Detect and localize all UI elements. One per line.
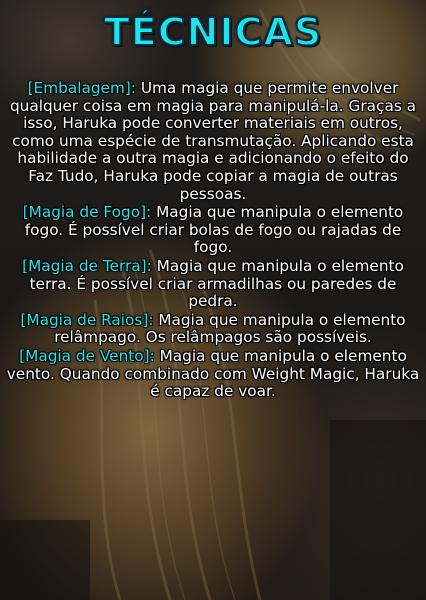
technique-entry: [Magia de Terra]: Magia que manipula o e… bbox=[6, 256, 420, 311]
technique-entry: [Magia de Vento]: Magia que manipula o e… bbox=[6, 346, 420, 401]
technique-entry: [Embalagem]: Uma magia que permite envol… bbox=[6, 79, 420, 203]
page-title: TÉCNICAS bbox=[103, 9, 323, 55]
page: TÉCNICAS [Embalagem]: Uma magia que perm… bbox=[0, 0, 426, 600]
technique-entry: [Magia de Raios]: Magia que manipula o e… bbox=[6, 310, 420, 347]
techniques-list: [Embalagem]: Uma magia que permite envol… bbox=[6, 79, 420, 402]
technique-description: Uma magia que permite envolver qualquer … bbox=[9, 79, 417, 203]
technique-term: [Magia de Fogo]: bbox=[22, 203, 152, 222]
technique-term: [Magia de Terra]: bbox=[22, 256, 152, 275]
technique-term: [Embalagem]: bbox=[27, 79, 136, 97]
technique-term: [Magia de Raios]: bbox=[20, 310, 154, 329]
technique-term: [Magia de Vento]: bbox=[19, 346, 155, 365]
technique-entry: [Magia de Fogo]: Magia que manipula o el… bbox=[6, 203, 420, 257]
